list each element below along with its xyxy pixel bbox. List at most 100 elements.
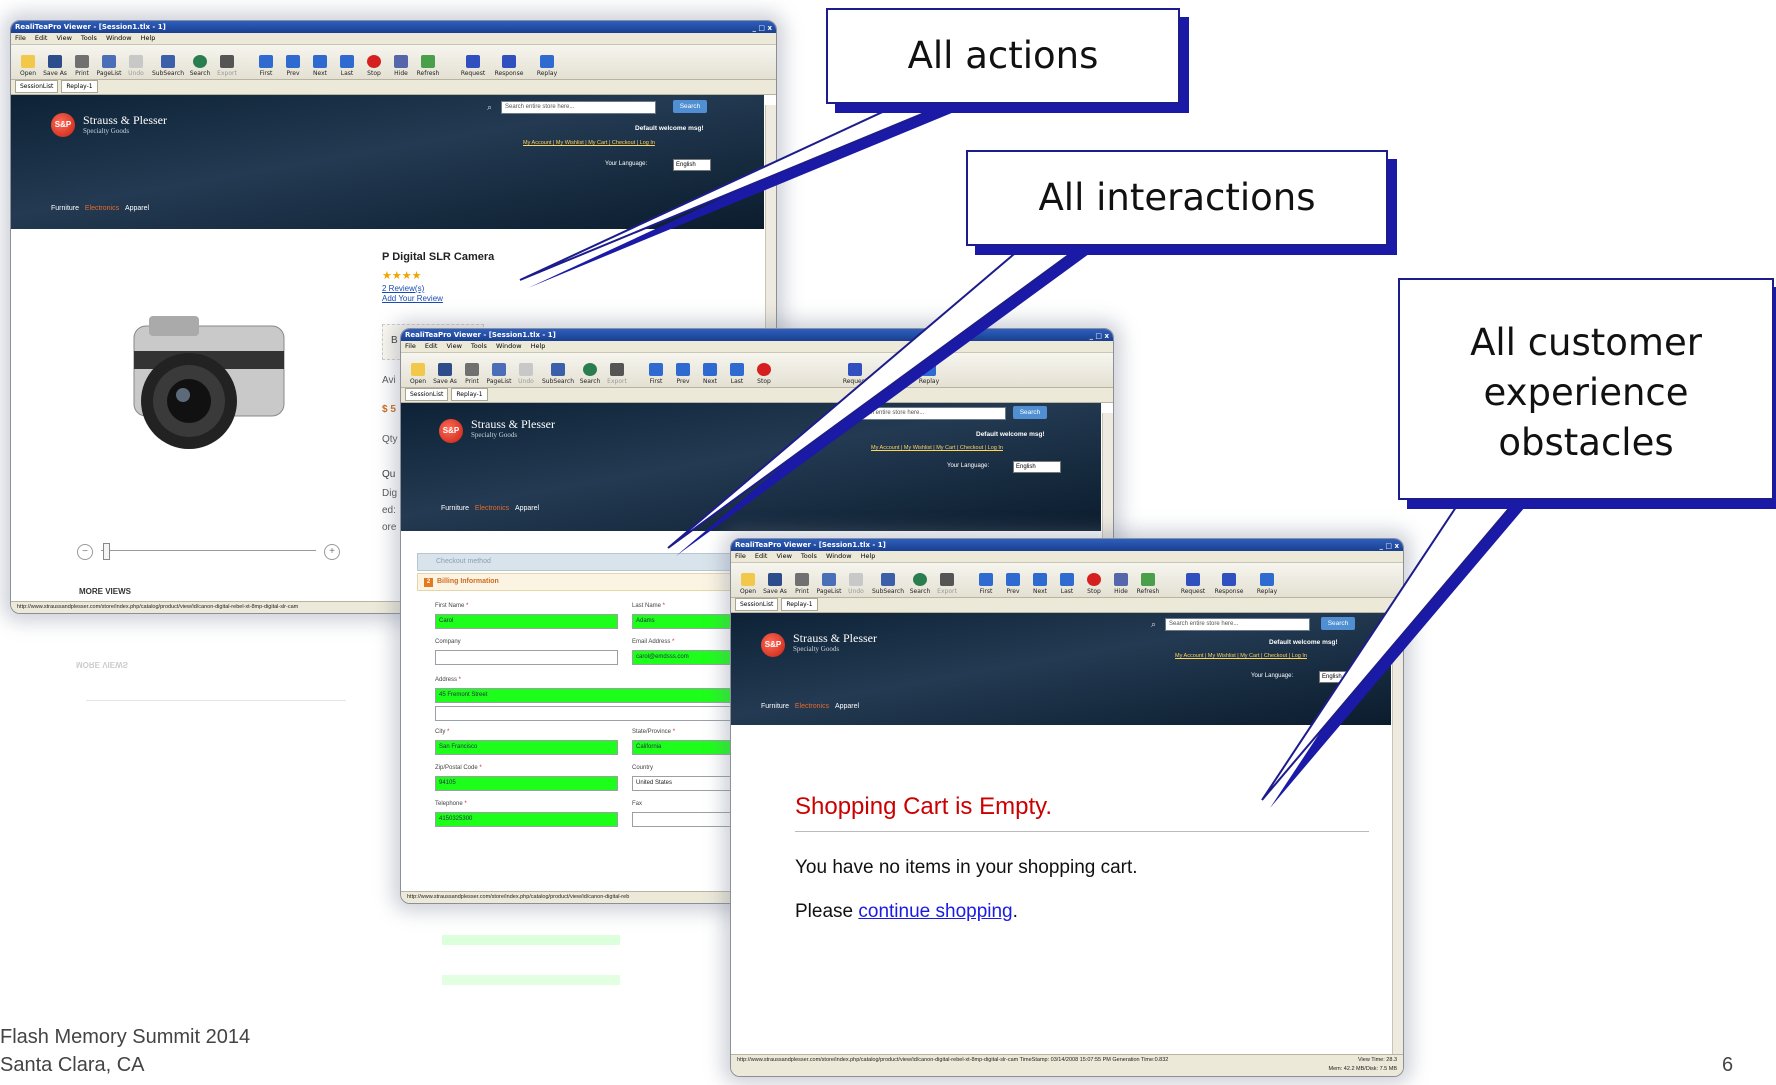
nav-furniture[interactable]: Furniture bbox=[51, 205, 79, 212]
undo-button[interactable]: Undo bbox=[843, 573, 869, 597]
menu-file[interactable]: File bbox=[15, 34, 26, 42]
tab-replay[interactable]: Replay-1 bbox=[781, 598, 818, 611]
language-select[interactable]: English bbox=[673, 159, 711, 171]
menu-file[interactable]: File bbox=[735, 552, 746, 560]
search-input[interactable]: Search entire store here... bbox=[851, 407, 1006, 420]
vertical-scrollbar[interactable] bbox=[1392, 623, 1403, 1054]
nav-apparel[interactable]: Apparel bbox=[835, 703, 859, 710]
menu-tools[interactable]: Tools bbox=[801, 552, 817, 560]
menu-help[interactable]: Help bbox=[861, 552, 876, 560]
last-button[interactable]: Last bbox=[334, 55, 360, 79]
response-button[interactable]: Response bbox=[1211, 573, 1247, 597]
prev-button[interactable]: Prev bbox=[280, 55, 306, 79]
search-submit-button[interactable]: Search bbox=[673, 100, 707, 113]
export-button[interactable]: Export bbox=[604, 363, 630, 387]
menu-tools[interactable]: Tools bbox=[471, 342, 487, 350]
continue-shopping-link[interactable]: continue shopping bbox=[858, 901, 1012, 922]
nav-electronics[interactable]: Electronics bbox=[85, 205, 119, 212]
menu-window[interactable]: Window bbox=[496, 342, 522, 350]
account-links[interactable]: My Account | My Wishlist | My Cart | Che… bbox=[523, 140, 655, 146]
export-button[interactable]: Export bbox=[214, 55, 240, 79]
next-button[interactable]: Next bbox=[307, 55, 333, 79]
reviews-link[interactable]: 2 Review(s) bbox=[382, 284, 424, 293]
nav-furniture[interactable]: Furniture bbox=[441, 505, 469, 512]
last-button[interactable]: Last bbox=[724, 363, 750, 387]
subsearch-button[interactable]: SubSearch bbox=[540, 363, 576, 387]
telephone-field[interactable]: 4150325300 bbox=[435, 812, 618, 827]
stop-button[interactable]: Stop bbox=[1081, 573, 1107, 597]
city-field[interactable]: San Francisco bbox=[435, 740, 618, 755]
window-controls[interactable]: _ □ x bbox=[752, 22, 772, 34]
tab-replay[interactable]: Replay-1 bbox=[451, 388, 488, 401]
window-controls[interactable]: _ □ x bbox=[1379, 540, 1399, 552]
tab-sessionlist[interactable]: SessionList bbox=[735, 598, 779, 611]
menu-edit[interactable]: Edit bbox=[755, 552, 768, 560]
request-button[interactable]: Request bbox=[1176, 573, 1210, 597]
menu-view[interactable]: View bbox=[776, 552, 791, 560]
replay-button[interactable]: Replay bbox=[916, 363, 942, 387]
last-button[interactable]: Last bbox=[1054, 573, 1080, 597]
export-button[interactable]: Export bbox=[934, 573, 960, 597]
save-as-button[interactable]: Save As bbox=[762, 573, 788, 597]
search-button[interactable]: Search bbox=[907, 573, 933, 597]
stop-button[interactable]: Stop bbox=[751, 363, 777, 387]
replay-button[interactable]: Replay bbox=[534, 55, 560, 79]
nav-apparel[interactable]: Apparel bbox=[515, 505, 539, 512]
save-as-button[interactable]: Save As bbox=[42, 55, 68, 79]
next-button[interactable]: Next bbox=[1027, 573, 1053, 597]
menu-view[interactable]: View bbox=[56, 34, 71, 42]
search-input[interactable]: Search entire store here... bbox=[501, 101, 656, 114]
window-controls[interactable]: _ □ x bbox=[1089, 330, 1109, 342]
prev-button[interactable]: Prev bbox=[670, 363, 696, 387]
refresh-button[interactable]: Refresh bbox=[415, 55, 441, 79]
stop-button[interactable]: Stop bbox=[361, 55, 387, 79]
hide-button[interactable]: Hide bbox=[388, 55, 414, 79]
first-button[interactable]: First bbox=[973, 573, 999, 597]
nav-electronics[interactable]: Electronics bbox=[795, 703, 829, 710]
refresh-button[interactable]: Refresh bbox=[1135, 573, 1161, 597]
menu-file[interactable]: File bbox=[405, 342, 416, 350]
search-submit-button[interactable]: Search bbox=[1321, 617, 1355, 630]
zip-field[interactable]: 94105 bbox=[435, 776, 618, 791]
subsearch-button[interactable]: SubSearch bbox=[870, 573, 906, 597]
company-field[interactable] bbox=[435, 650, 618, 665]
tab-sessionlist[interactable]: SessionList bbox=[15, 80, 59, 93]
open-button[interactable]: Open bbox=[405, 363, 431, 387]
menu-view[interactable]: View bbox=[446, 342, 461, 350]
search-button[interactable]: Search bbox=[187, 55, 213, 79]
first-button[interactable]: First bbox=[643, 363, 669, 387]
tab-sessionlist[interactable]: SessionList bbox=[405, 388, 449, 401]
response-button[interactable]: Response bbox=[873, 363, 909, 387]
save-as-button[interactable]: Save As bbox=[432, 363, 458, 387]
nav-electronics[interactable]: Electronics bbox=[475, 505, 509, 512]
open-button[interactable]: Open bbox=[15, 55, 41, 79]
subsearch-button[interactable]: SubSearch bbox=[150, 55, 186, 79]
open-button[interactable]: Open bbox=[735, 573, 761, 597]
response-button[interactable]: Response bbox=[491, 55, 527, 79]
menu-tools[interactable]: Tools bbox=[81, 34, 97, 42]
language-select[interactable]: English bbox=[1319, 671, 1363, 683]
nav-apparel[interactable]: Apparel bbox=[125, 205, 149, 212]
zoom-plus-icon[interactable]: + bbox=[324, 544, 340, 560]
next-button[interactable]: Next bbox=[697, 363, 723, 387]
menu-help[interactable]: Help bbox=[531, 342, 546, 350]
account-links[interactable]: My Account | My Wishlist | My Cart | Che… bbox=[1175, 653, 1307, 659]
print-button[interactable]: Print bbox=[459, 363, 485, 387]
menu-help[interactable]: Help bbox=[141, 34, 156, 42]
search-submit-button[interactable]: Search bbox=[1013, 406, 1047, 419]
menu-window[interactable]: Window bbox=[826, 552, 852, 560]
zoom-slider-handle[interactable] bbox=[103, 543, 110, 560]
menu-edit[interactable]: Edit bbox=[425, 342, 438, 350]
zoom-slider[interactable] bbox=[101, 550, 316, 551]
request-button[interactable]: Request bbox=[456, 55, 490, 79]
menu-window[interactable]: Window bbox=[106, 34, 132, 42]
language-select[interactable]: English bbox=[1013, 461, 1061, 473]
undo-button[interactable]: Undo bbox=[123, 55, 149, 79]
zoom-minus-icon[interactable]: − bbox=[77, 544, 93, 560]
request-button[interactable]: Request bbox=[838, 363, 872, 387]
add-review-link[interactable]: Add Your Review bbox=[382, 294, 443, 303]
nav-furniture[interactable]: Furniture bbox=[761, 703, 789, 710]
first-button[interactable]: First bbox=[253, 55, 279, 79]
print-button[interactable]: Print bbox=[789, 573, 815, 597]
hide-button[interactable]: Hide bbox=[1108, 573, 1134, 597]
